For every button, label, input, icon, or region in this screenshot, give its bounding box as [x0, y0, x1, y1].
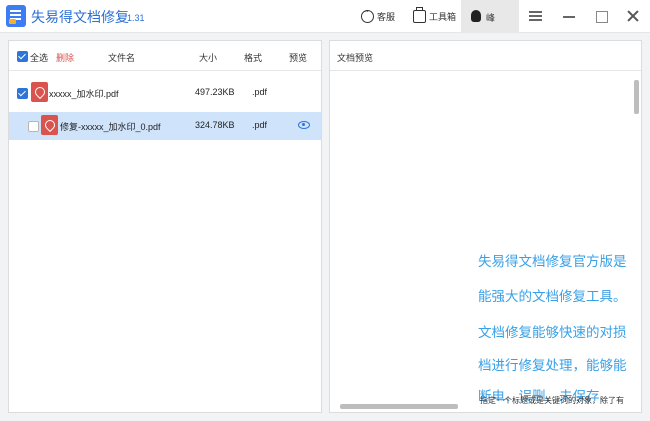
qq-icon — [471, 10, 481, 22]
preview-text-line: 失易得文档修复官方版是 — [478, 254, 627, 269]
close-icon[interactable] — [625, 8, 641, 24]
file-row-checkbox[interactable] — [17, 88, 28, 99]
user-name: 峰 — [486, 13, 496, 23]
file-size: 497.23KB — [195, 87, 235, 97]
file-size: 324.78KB — [195, 120, 235, 130]
menu-icon[interactable] — [528, 8, 544, 24]
column-header-size: 大小 — [199, 53, 218, 63]
document-preview-panel: 文档预览 失易得文档修复官方版是 能强大的文档修复工具。 文档修复能够快速的对损… — [329, 40, 642, 413]
title-bar: 失易得文档修复 1.31 客服 工具箱 峰 — [0, 0, 650, 33]
select-all-checkbox[interactable] — [17, 51, 28, 62]
chat-icon — [361, 7, 374, 23]
toolbox-icon — [413, 6, 426, 23]
file-name: xxxxx_加水印.pdf — [49, 89, 119, 99]
file-row[interactable]: xxxxx_加水印.pdf 497.23KB .pdf — [9, 79, 321, 107]
maximize-icon[interactable] — [593, 8, 609, 24]
delete-button[interactable]: 删除 — [56, 51, 74, 64]
column-header-preview: 预览 — [289, 53, 308, 63]
preview-text-line: 文档修复能够快速的对损 — [478, 325, 627, 340]
preview-text-line: 能强大的文档修复工具。 — [478, 289, 627, 304]
preview-eye-icon[interactable] — [298, 121, 310, 129]
file-name: 修复-xxxxx_加水印_0.pdf — [60, 122, 161, 132]
file-format: .pdf — [252, 120, 268, 130]
horizontal-scrollbar[interactable] — [340, 404, 458, 409]
app-title: 失易得文档修复 — [31, 9, 129, 25]
app-version: 1.31 — [127, 13, 145, 23]
file-format: .pdf — [252, 87, 268, 97]
select-all-label[interactable]: 全选 — [30, 51, 48, 64]
file-list-header: 全选 删除 文件名 大小 格式 预览 — [9, 41, 321, 71]
column-header-format: 格式 — [244, 53, 263, 63]
pdf-icon — [41, 115, 58, 135]
pdf-icon — [31, 82, 48, 102]
minimize-icon[interactable] — [561, 8, 577, 24]
preview-title: 文档预览 — [337, 53, 374, 63]
customer-service-label: 客服 — [377, 11, 396, 22]
preview-text-line: 档进行修复处理，能够能 — [478, 358, 627, 373]
file-list-panel: 全选 删除 文件名 大小 格式 预览 xxxxx_加水印.pdf 497.23K… — [8, 40, 322, 413]
file-row[interactable]: 修复-xxxxx_加水印_0.pdf 324.78KB .pdf — [9, 112, 321, 140]
customer-service-button[interactable]: 客服 — [361, 6, 395, 26]
vertical-scrollbar[interactable] — [634, 80, 639, 114]
file-row-checkbox[interactable] — [28, 121, 39, 132]
app-logo-icon — [6, 5, 26, 27]
preview-header: 文档预览 — [330, 41, 641, 71]
toolbox-button[interactable]: 工具箱 — [413, 6, 456, 26]
column-header-name: 文件名 — [108, 53, 136, 63]
toolbox-label: 工具箱 — [429, 11, 457, 22]
user-account-button[interactable]: 峰 — [461, 0, 519, 33]
